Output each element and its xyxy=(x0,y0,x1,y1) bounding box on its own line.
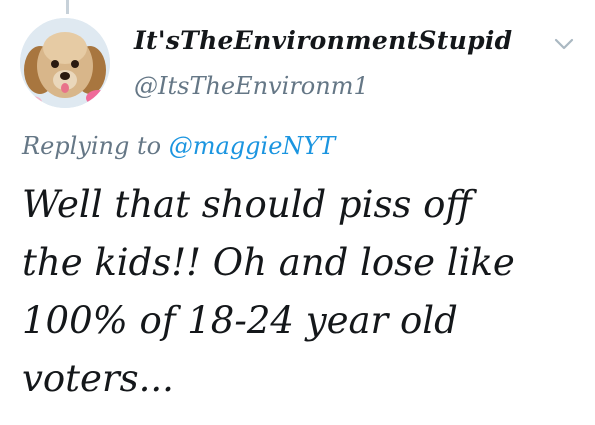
avatar[interactable] xyxy=(20,18,110,108)
tweet-text-line: 100% of 18-24 year old xyxy=(22,299,458,342)
thread-connector-line xyxy=(66,0,69,14)
author-display-name[interactable]: It'sTheEnvironmentStupid xyxy=(134,26,512,55)
replying-to-line: Replying to @maggieNYT xyxy=(22,132,335,160)
tweet-text-line: the kids!! Oh and lose like xyxy=(22,241,515,284)
replying-to-label: Replying to xyxy=(22,132,162,160)
tweet-text-line: Well that should piss off xyxy=(22,183,472,226)
reply-mention-link[interactable]: @maggieNYT xyxy=(169,132,336,160)
tweet-text-line: voters... xyxy=(22,357,174,400)
author-handle[interactable]: @ItsTheEnvironm1 xyxy=(134,72,369,100)
puppy-avatar-icon xyxy=(20,18,110,108)
tweet-text: Well that should piss off the kids!! Oh … xyxy=(22,176,582,408)
chevron-down-icon[interactable] xyxy=(552,34,576,54)
